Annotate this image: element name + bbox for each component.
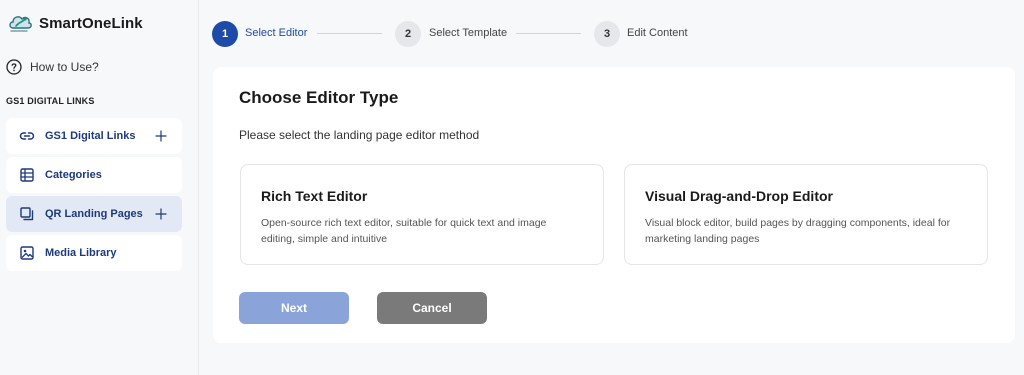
option-title: Rich Text Editor bbox=[261, 188, 368, 204]
page-subtitle: Please select the landing page editor me… bbox=[239, 128, 480, 142]
brand[interactable]: SmartOneLink bbox=[7, 11, 143, 35]
plus-icon[interactable] bbox=[155, 130, 167, 142]
sidebar-item-label: QR Landing Pages bbox=[45, 208, 143, 220]
cancel-button[interactable]: Cancel bbox=[377, 292, 487, 324]
sidebar-item-media-library[interactable]: Media Library bbox=[6, 235, 182, 271]
table-icon bbox=[20, 168, 34, 182]
section-title: GS1 DIGITAL LINKS bbox=[6, 96, 95, 106]
sidebar-item-gs1-digital-links[interactable]: GS1 Digital Links bbox=[6, 118, 182, 154]
step-number: 3 bbox=[594, 21, 620, 47]
option-title: Visual Drag-and-Drop Editor bbox=[645, 188, 833, 204]
how-to-use-link[interactable]: How to Use? bbox=[6, 59, 99, 75]
sidebar: SmartOneLink How to Use? GS1 DIGITAL LIN… bbox=[0, 0, 199, 375]
step-number: 1 bbox=[212, 21, 238, 47]
step-connector bbox=[516, 33, 581, 34]
next-button[interactable]: Next bbox=[239, 292, 349, 324]
image-icon bbox=[20, 246, 34, 260]
step-label: Select Editor bbox=[245, 27, 308, 39]
step-connector bbox=[317, 33, 382, 34]
step-label: Edit Content bbox=[627, 27, 688, 39]
brand-name: SmartOneLink bbox=[39, 14, 143, 32]
question-circle-icon bbox=[6, 59, 22, 75]
layers-icon bbox=[20, 207, 34, 221]
sidebar-item-label: GS1 Digital Links bbox=[45, 130, 136, 142]
sidebar-item-label: Categories bbox=[45, 169, 102, 181]
option-description: Visual block editor, build pages by drag… bbox=[645, 217, 951, 245]
plus-icon[interactable] bbox=[155, 208, 167, 220]
how-to-use-label: How to Use? bbox=[30, 60, 99, 74]
option-description: Open-source rich text editor, suitable f… bbox=[261, 217, 547, 245]
sidebar-item-label: Media Library bbox=[45, 247, 117, 259]
page-title: Choose Editor Type bbox=[239, 88, 399, 107]
sidebar-item-qr-landing-pages[interactable]: QR Landing Pages bbox=[6, 196, 182, 232]
link-icon bbox=[19, 132, 35, 140]
step-number: 2 bbox=[395, 21, 421, 47]
step-label: Select Template bbox=[429, 27, 508, 39]
cloud-link-logo-icon bbox=[9, 16, 32, 32]
editor-type-card: Choose Editor Type Please select the lan… bbox=[213, 67, 1015, 343]
visual-editor-option[interactable]: Visual Drag-and-Drop Editor Visual block… bbox=[624, 164, 988, 265]
rich-text-editor-option[interactable]: Rich Text Editor Open-source rich text e… bbox=[240, 164, 604, 265]
sidebar-item-categories[interactable]: Categories bbox=[6, 157, 182, 193]
